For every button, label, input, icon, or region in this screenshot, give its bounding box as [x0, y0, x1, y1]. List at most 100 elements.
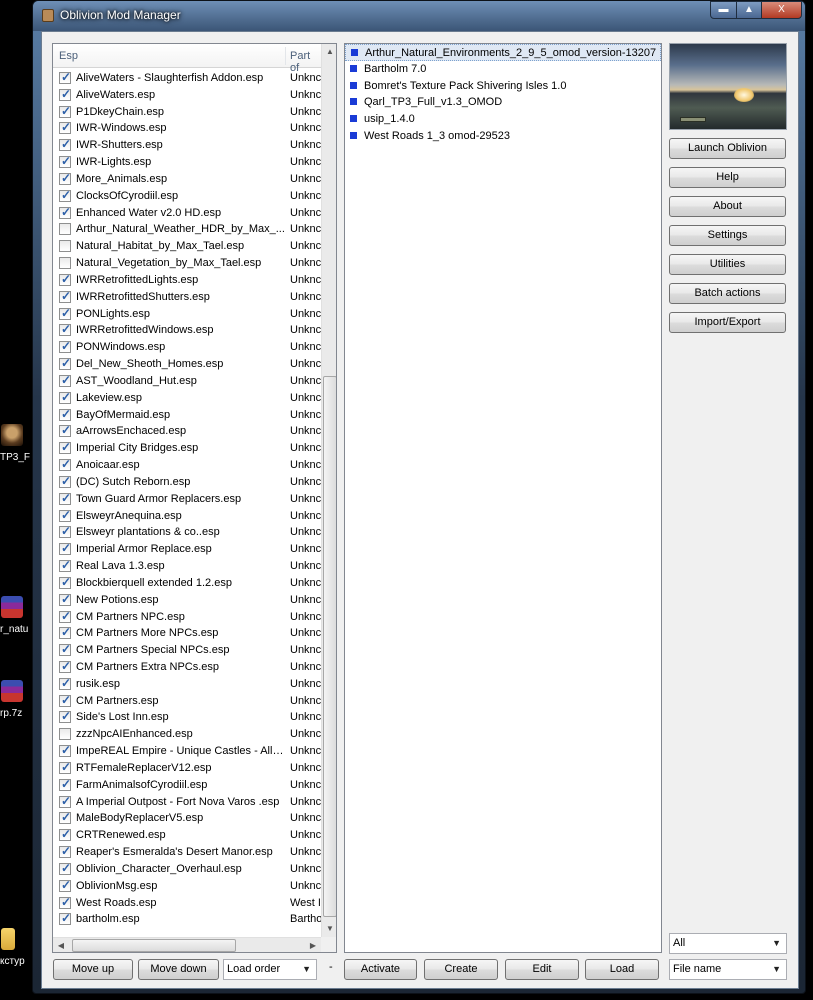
settings-button[interactable]: Settings — [669, 225, 786, 246]
esp-row[interactable]: AST_Woodland_Hut.esp Unknc — [53, 373, 321, 390]
esp-row[interactable]: IWR-Lights.esp Unknc — [53, 154, 321, 171]
esp-checkbox[interactable] — [59, 878, 71, 892]
esp-checkbox[interactable] — [59, 743, 71, 758]
esp-checkbox[interactable] — [59, 257, 71, 270]
esp-row[interactable]: IWRRetrofittedShutters.esp Unknc — [53, 289, 321, 306]
esp-vertical-scrollbar[interactable]: ▲ ▼ — [321, 44, 336, 937]
minimize-button[interactable]: ▬ — [710, 1, 737, 19]
esp-row[interactable]: CM Partners Special NPCs.esp Unknc — [53, 642, 321, 659]
esp-checkbox[interactable] — [59, 491, 71, 505]
esp-checkbox[interactable] — [59, 356, 71, 371]
omod-row[interactable]: West Roads 1_3 omod-29523 — [345, 128, 661, 145]
esp-row[interactable]: ImpeREAL Empire - Unique Castles - All T… — [53, 743, 321, 760]
esp-row[interactable]: Town Guard Armor Replacers.esp Unknc — [53, 491, 321, 508]
esp-checkbox[interactable] — [59, 223, 71, 236]
esp-row[interactable]: Anoicaar.esp Unknc — [53, 457, 321, 474]
esp-row[interactable]: aArrowsEnchaced.esp Unknc — [53, 423, 321, 440]
esp-row[interactable]: Blockbierquell extended 1.2.esp Unknc — [53, 575, 321, 592]
maximize-button[interactable]: ▲ — [736, 1, 762, 19]
esp-row[interactable]: A Imperial Outpost - Fort Nova Varos .es… — [53, 794, 321, 811]
esp-list[interactable]: Esp Part of AliveWaters - Slaughterfish … — [52, 43, 337, 953]
close-button[interactable]: X — [761, 1, 802, 19]
column-separator[interactable] — [285, 47, 286, 65]
esp-row[interactable]: Real Lava 1.3.esp Unknc — [53, 558, 321, 575]
esp-row[interactable]: bartholm.esp Bartho — [53, 911, 321, 928]
esp-checkbox[interactable] — [59, 188, 71, 202]
esp-row[interactable]: rusik.esp Unknc — [53, 676, 321, 693]
esp-checkbox[interactable] — [59, 87, 71, 101]
esp-row[interactable]: Natural_Vegetation_by_Max_Tael.esp Unknc — [53, 255, 321, 272]
esp-row[interactable]: Oblivion_Character_Overhaul.esp Unknc — [53, 861, 321, 878]
esp-row[interactable]: BayOfMermaid.esp Unknc — [53, 407, 321, 424]
esp-checkbox[interactable] — [59, 171, 71, 185]
omod-row[interactable]: Bomret's Texture Pack Shivering Isles 1.… — [345, 78, 661, 95]
esp-checkbox[interactable] — [59, 137, 71, 152]
filter-select[interactable]: All ▼ — [669, 933, 787, 954]
esp-checkbox[interactable] — [59, 911, 71, 926]
esp-checkbox[interactable] — [59, 390, 71, 404]
esp-checkbox[interactable] — [59, 575, 71, 589]
sort-select[interactable]: File name ▼ — [669, 959, 787, 980]
esp-checkbox[interactable] — [59, 289, 71, 303]
esp-row[interactable]: IWRRetrofittedWindows.esp Unknc — [53, 322, 321, 339]
esp-checkbox[interactable] — [59, 440, 71, 455]
esp-checkbox[interactable] — [59, 508, 71, 522]
esp-checkbox[interactable] — [59, 794, 71, 808]
esp-checkbox[interactable] — [59, 407, 71, 421]
esp-row[interactable]: FarmAnimalsofCyrodiil.esp Unknc — [53, 777, 321, 794]
esp-checkbox[interactable] — [59, 895, 71, 909]
esp-row[interactable]: CM Partners NPC.esp Unknc — [53, 609, 321, 626]
esp-checkbox[interactable] — [59, 423, 71, 438]
create-button[interactable]: Create — [424, 959, 498, 980]
activate-button[interactable]: Activate — [344, 959, 417, 980]
esp-checkbox[interactable] — [59, 240, 71, 253]
esp-checkbox[interactable] — [59, 70, 71, 84]
scroll-thumb[interactable] — [72, 939, 236, 952]
help-button[interactable]: Help — [669, 167, 786, 188]
load-button[interactable]: Load — [585, 959, 659, 980]
omod-row[interactable]: Arthur_Natural_Environments_2_9_5_omod_v… — [345, 44, 661, 61]
esp-checkbox[interactable] — [59, 709, 71, 724]
desktop-icon-folder[interactable]: кстур — [0, 928, 30, 967]
esp-checkbox[interactable] — [59, 474, 71, 488]
esp-row[interactable]: PONLights.esp Unknc — [53, 306, 321, 323]
esp-checkbox[interactable] — [59, 625, 71, 640]
scroll-down-arrow-icon[interactable]: ▼ — [322, 921, 336, 937]
esp-checkbox[interactable] — [59, 592, 71, 606]
omod-row[interactable]: Bartholm 7.0 — [345, 61, 661, 78]
title-bar[interactable]: Oblivion Mod Manager ▬ ▲ X — [33, 1, 805, 31]
esp-row[interactable]: P1DkeyChain.esp Unknc — [53, 104, 321, 121]
import-export-button[interactable]: Import/Export — [669, 312, 786, 333]
esp-row[interactable]: IWRRetrofittedLights.esp Unknc — [53, 272, 321, 289]
esp-checkbox[interactable] — [59, 777, 71, 791]
esp-row[interactable]: (DC) Sutch Reborn.esp Unknc — [53, 474, 321, 491]
esp-checkbox[interactable] — [59, 373, 71, 387]
esp-checkbox[interactable] — [59, 104, 71, 118]
omod-row[interactable]: Qarl_TP3_Full_v1.3_OMOD — [345, 94, 661, 111]
esp-row[interactable]: ClocksOfCyrodiil.esp Unknc — [53, 188, 321, 205]
esp-checkbox[interactable] — [59, 642, 71, 657]
esp-checkbox[interactable] — [59, 120, 71, 135]
esp-row[interactable]: ElsweyrAnequina.esp Unknc — [53, 508, 321, 525]
esp-row[interactable]: IWR-Shutters.esp Unknc — [53, 137, 321, 154]
esp-checkbox[interactable] — [59, 306, 71, 320]
esp-checkbox[interactable] — [59, 558, 71, 573]
esp-checkbox[interactable] — [59, 205, 71, 219]
esp-checkbox[interactable] — [59, 322, 71, 337]
esp-row[interactable]: Lakeview.esp Unknc — [53, 390, 321, 407]
esp-row[interactable]: New Potions.esp Unknc — [53, 592, 321, 609]
desktop-icon-rp7z[interactable]: rp.7z — [0, 680, 30, 719]
launch-oblivion-button[interactable]: Launch Oblivion — [669, 138, 786, 159]
about-button[interactable]: About — [669, 196, 786, 217]
esp-row[interactable]: Arthur_Natural_Weather_HDR_by_Max_... Unk… — [53, 221, 321, 238]
esp-row[interactable]: IWR-Windows.esp Unknc — [53, 120, 321, 137]
esp-row[interactable]: MaleBodyReplacerV5.esp Unknc — [53, 810, 321, 827]
esp-row[interactable]: West Roads.esp West I — [53, 895, 321, 912]
esp-checkbox[interactable] — [59, 609, 71, 623]
esp-row[interactable]: zzzNpcAIEnhanced.esp Unknc — [53, 726, 321, 743]
scroll-up-arrow-icon[interactable]: ▲ — [322, 44, 336, 60]
esp-row[interactable]: AliveWaters - Slaughterfish Addon.esp Unk… — [53, 70, 321, 87]
esp-checkbox[interactable] — [59, 676, 71, 690]
esp-checkbox[interactable] — [59, 760, 71, 774]
esp-checkbox[interactable] — [59, 457, 71, 472]
